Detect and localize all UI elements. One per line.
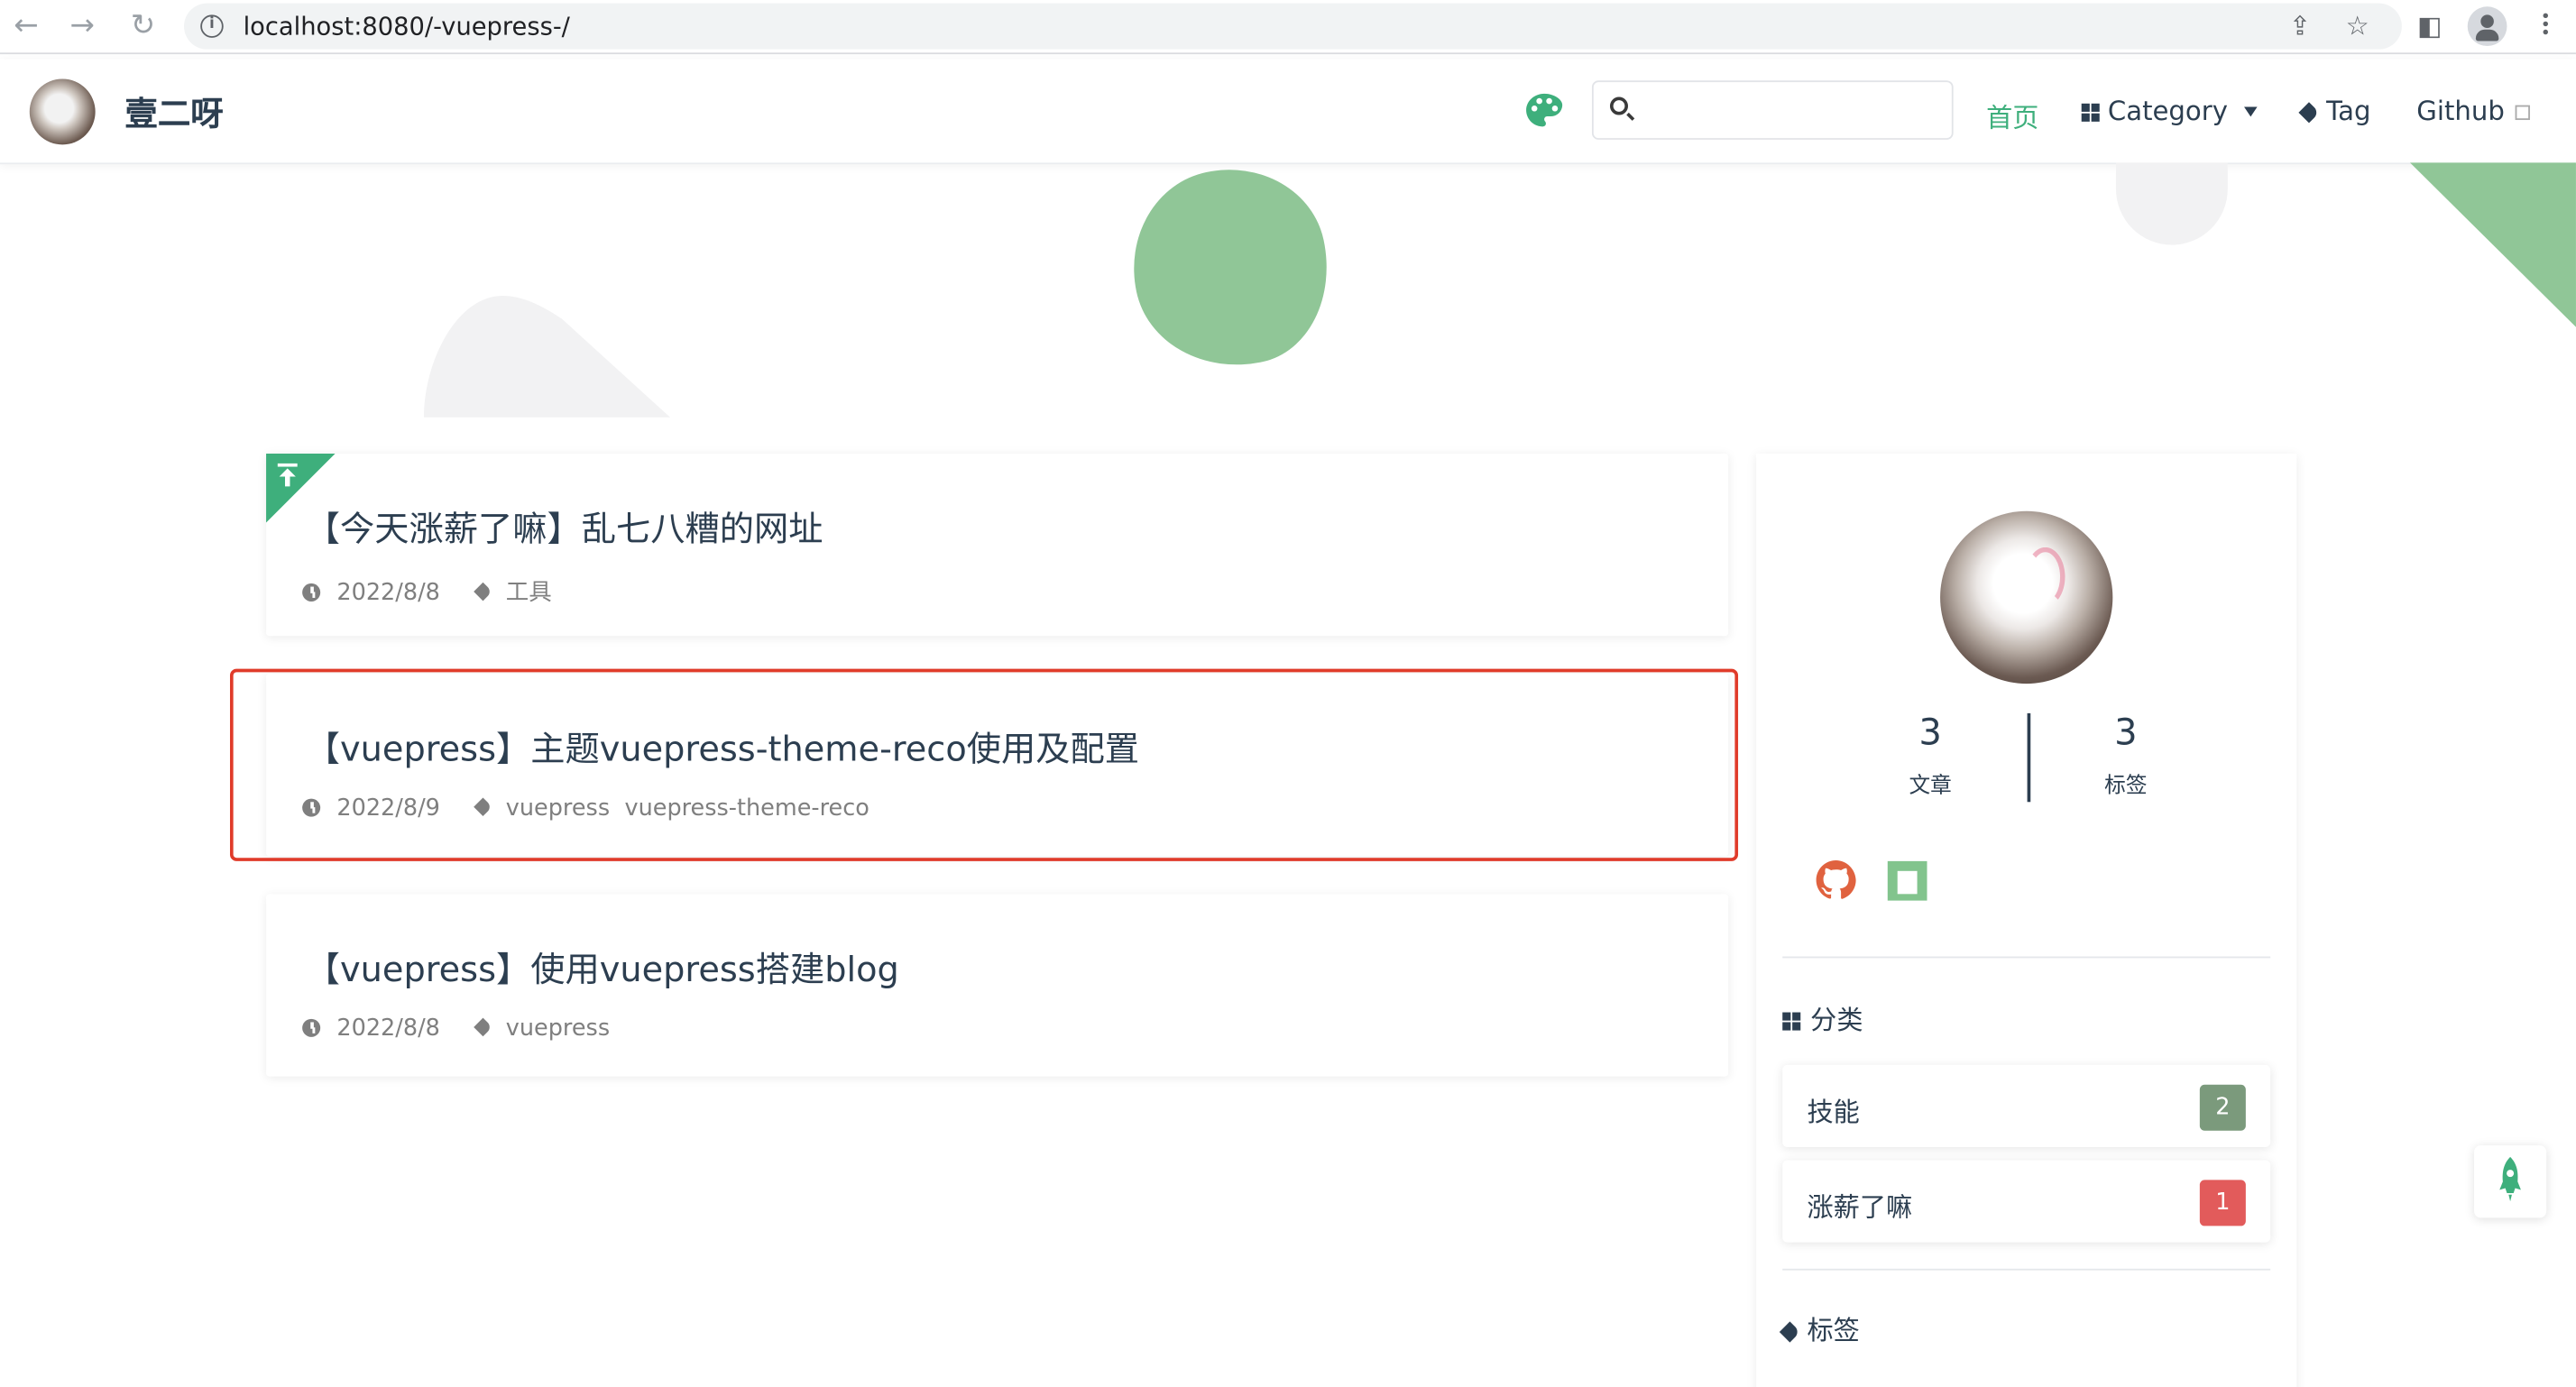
site-logo[interactable] — [29, 78, 96, 145]
tag-icon — [473, 582, 492, 602]
highlight-box — [229, 668, 1739, 861]
back-to-top-button[interactable] — [2474, 1145, 2547, 1218]
browser-toolbar: ← → ↻ i localhost:8080/-vuepress-/ ⇪ ☆ ◧ — [0, 0, 2576, 55]
stat-divider — [2027, 712, 2031, 803]
chevron-down-icon — [2244, 106, 2258, 117]
category-grid-icon — [1782, 1012, 1801, 1031]
nav-tag-label: Tag — [2326, 95, 2371, 127]
share-icon[interactable]: ⇪ — [2284, 10, 2316, 42]
reload-icon[interactable]: ↻ — [126, 9, 159, 42]
article-card[interactable]: 【今天涨薪了嘛】乱七八糟的网址 2022/8/8 工具 — [266, 453, 1729, 637]
nav-home-link[interactable]: 首页 — [1986, 96, 2038, 135]
palette-icon[interactable] — [1524, 92, 1564, 128]
divider — [1782, 956, 2271, 959]
tag-icon — [1779, 1321, 1801, 1343]
site-info-icon[interactable]: i — [200, 14, 224, 38]
category-name: 技能 — [1807, 1096, 1860, 1128]
article-title[interactable]: 【今天涨薪了嘛】乱七八糟的网址 — [306, 503, 823, 553]
article-date: 2022/8/8 — [336, 1015, 440, 1043]
decor-green-blob — [1115, 151, 1347, 385]
search-input[interactable] — [1642, 92, 1946, 132]
bookmark-star-icon[interactable]: ☆ — [2341, 10, 2373, 42]
stat-label: 标签 — [2104, 774, 2148, 799]
address-url[interactable]: localhost:8080/-vuepress-/ — [244, 12, 570, 41]
browser-menu-icon[interactable] — [2543, 10, 2550, 42]
article-meta: 2022/8/8 工具 — [302, 575, 552, 608]
external-link-icon — [2514, 105, 2530, 121]
article-card[interactable]: 【vuepress】使用vuepress搭建blog 2022/8/8 vuepr… — [266, 894, 1729, 1077]
divider — [1782, 1268, 2271, 1271]
decor-gray-circle — [2115, 162, 2228, 245]
nav-github-link[interactable]: Github — [2416, 95, 2530, 127]
stat-label: 文章 — [1909, 774, 1952, 799]
npm-icon[interactable] — [1887, 860, 1927, 901]
decor-gray-shape — [423, 296, 671, 418]
category-count-badge: 2 — [2199, 1084, 2246, 1131]
search-box[interactable] — [1591, 80, 1954, 140]
clock-icon — [302, 1018, 321, 1037]
stat-value: 3 — [1918, 712, 1942, 755]
tag-icon — [473, 1017, 492, 1037]
rocket-icon — [2499, 1156, 2521, 1202]
stat-articles[interactable]: 3 文章 — [1864, 713, 1996, 799]
side-panel-icon[interactable]: ◧ — [2414, 10, 2446, 42]
profile-icon[interactable] — [2467, 6, 2507, 47]
stat-value: 3 — [2114, 712, 2138, 755]
stat-tags[interactable]: 3 标签 — [2060, 713, 2192, 799]
nav-category-dropdown[interactable]: Category — [2081, 95, 2258, 127]
site-name[interactable]: 壹二呀 — [124, 87, 223, 135]
decor-green-triangle — [2409, 162, 2576, 327]
article-meta: 2022/8/8 vuepress — [302, 1015, 610, 1042]
site-navbar: 壹二呀 首页 Category Tag Github — [0, 59, 2576, 165]
article-tag[interactable]: 工具 — [506, 580, 552, 606]
category-count-badge: 1 — [2199, 1180, 2246, 1226]
nav-github-label: Github — [2416, 95, 2505, 127]
categories-heading: 分类 — [1782, 997, 1863, 1037]
tag-icon — [2298, 102, 2320, 124]
article-title[interactable]: 【vuepress】使用vuepress搭建blog — [306, 943, 899, 993]
back-icon[interactable]: ← — [10, 9, 42, 42]
category-item[interactable]: 涨薪了嘛 1 — [1782, 1160, 2271, 1243]
pin-top-icon — [277, 463, 298, 487]
category-name: 涨薪了嘛 — [1807, 1191, 1913, 1223]
search-icon — [1609, 96, 1629, 115]
clock-icon — [302, 583, 321, 602]
address-bar[interactable]: i localhost:8080/-vuepress-/ — [183, 3, 2402, 50]
nav-category-label: Category — [2107, 95, 2228, 127]
author-avatar — [1940, 510, 2113, 684]
tags-heading: 标签 — [1779, 1309, 1860, 1348]
article-tag[interactable]: vuepress — [506, 1015, 610, 1042]
category-grid-icon — [2081, 103, 2100, 122]
nav-tag-link[interactable]: Tag — [2298, 95, 2371, 127]
github-icon[interactable] — [1816, 859, 1857, 901]
forward-icon[interactable]: → — [66, 9, 98, 42]
info-sidebar: 3 文章 3 标签 分类 技能 2 涨薪了嘛 1 标签 — [1756, 453, 2297, 1387]
categories-title: 分类 — [1810, 1004, 1863, 1036]
category-item[interactable]: 技能 2 — [1782, 1064, 2271, 1147]
tags-title: 标签 — [1807, 1314, 1860, 1346]
article-date: 2022/8/8 — [336, 580, 440, 607]
